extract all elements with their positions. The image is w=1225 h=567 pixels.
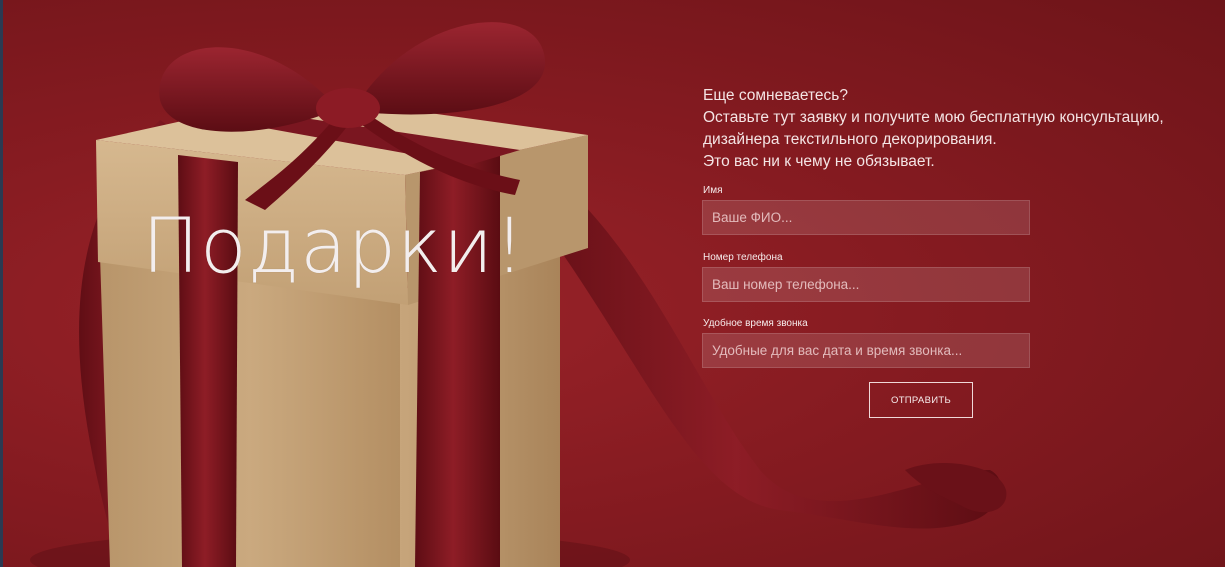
lead-line-4: Это вас ни к чему не обязывает. [703, 153, 935, 170]
lead-text: Еще сомневаетесь? Оставьте тут заявку и … [703, 85, 1173, 173]
call-time-label: Удобное время звонка [703, 318, 808, 329]
hero-title: Подарки! [142, 201, 526, 290]
phone-label: Номер телефона [703, 252, 783, 263]
lead-line-3: дизайнера текстильного декорирования. [703, 131, 997, 148]
lead-line-2: Оставьте тут заявку и получите мою беспл… [703, 109, 1164, 126]
submit-button[interactable]: ОТПРАВИТЬ [869, 382, 973, 418]
name-label: Имя [703, 185, 723, 196]
lead-line-1: Еще сомневаетесь? [703, 87, 849, 104]
phone-input[interactable] [702, 267, 1030, 302]
name-input[interactable] [702, 200, 1030, 235]
gift-consultation-section: Подарки! Еще сомневаетесь? Оставьте тут … [0, 0, 1225, 567]
call-time-input[interactable] [702, 333, 1030, 368]
